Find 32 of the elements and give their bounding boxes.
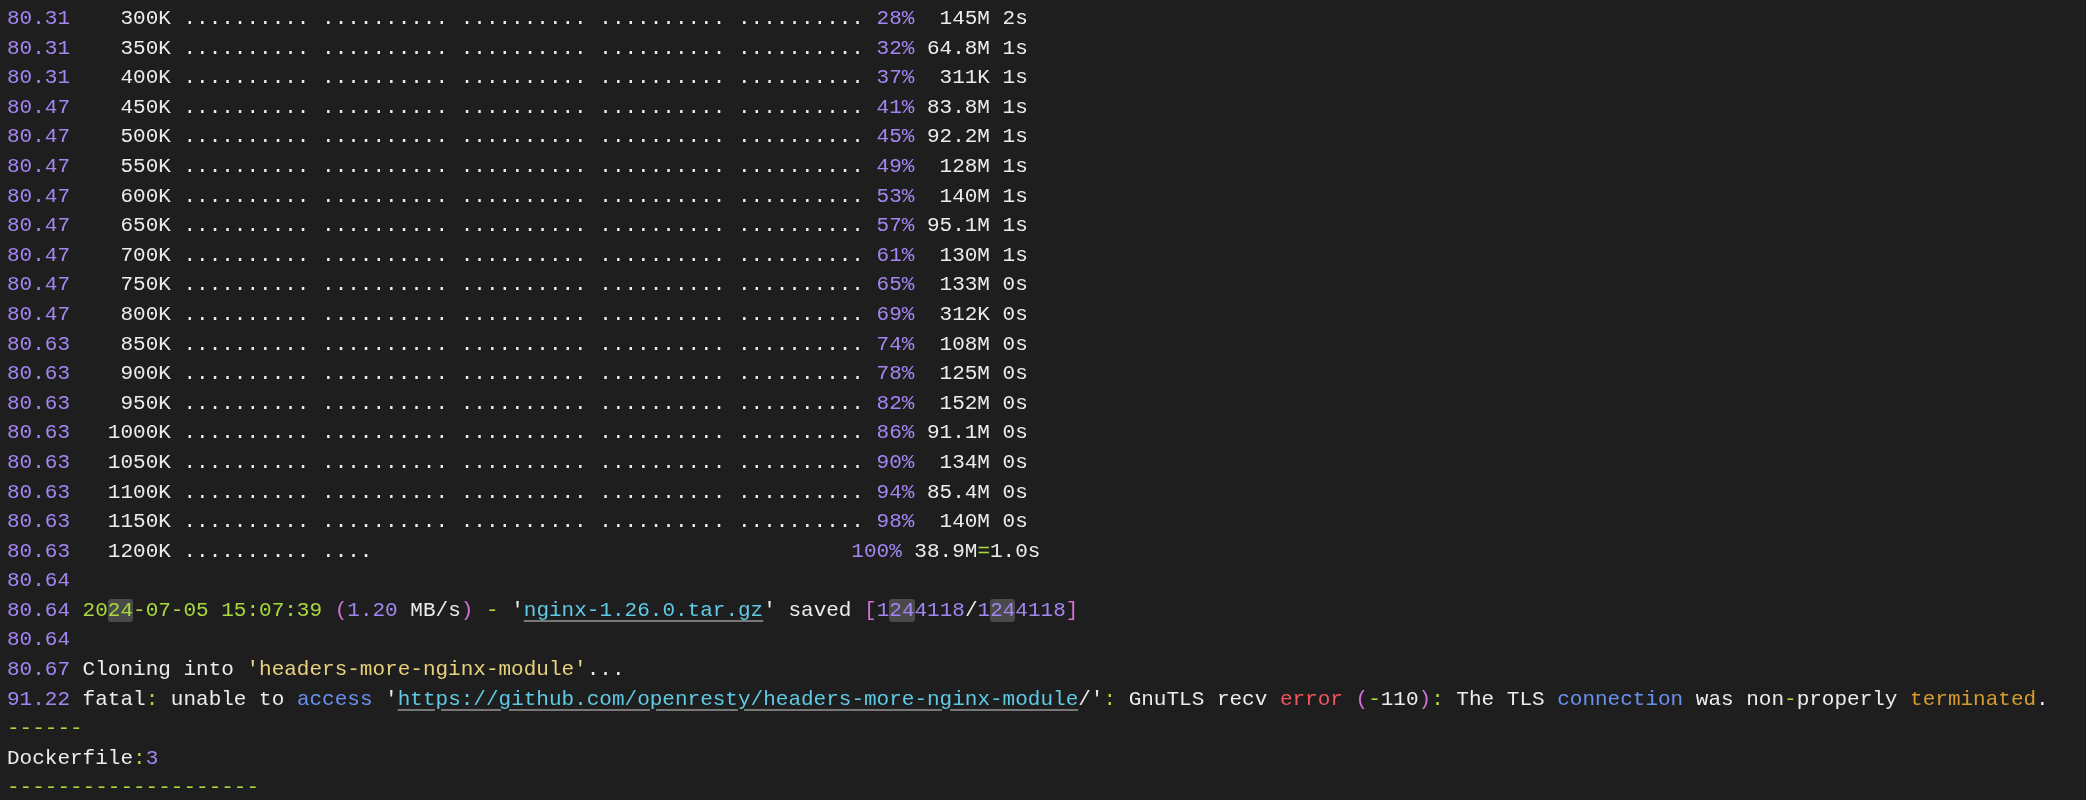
search-highlight: 24	[990, 598, 1016, 622]
log-line: 80.63 850K .......... .......... .......... .......... .......... 74% 108M 0s	[7, 331, 1028, 358]
log-line: 80.64	[7, 627, 70, 654]
log-line: --------------------	[7, 775, 260, 800]
log-line: 80.31 350K .......... .......... .......... .......... .......... 32% 64.8M 1s	[7, 35, 1028, 62]
log-line: 80.63 1100K .......... .......... .......... .......... .......... 94% 85.4M 0s	[7, 479, 1028, 506]
log-line: 80.64 2024-07-05 15:07:39 (1.20 MB/s) - 'nginx-1.26.0.tar.gz' saved [1244118/1244118]	[7, 597, 1079, 624]
log-line: 80.63 1050K .......... .......... .......... .......... .......... 90% 134M 0s	[7, 449, 1028, 476]
log-line: 80.63 900K .......... .......... .......... .......... .......... 78% 125M 0s	[7, 361, 1028, 388]
log-line: 80.31 400K .......... .......... .......... .......... .......... 37% 311K 1s	[7, 65, 1028, 92]
log-line: 80.47 600K .......... .......... .......... .......... .......... 53% 140M 1s	[7, 183, 1028, 210]
log-line: 80.63 1000K .......... .......... .......... .......... .......... 86% 91.1M 0s	[7, 420, 1028, 447]
log-line: 91.22 fatal: unable to access 'https://github.com/openresty/headers-more-nginx-module/': GnuTLS recv error (-110): The TLS connection was non-properly terminated.	[7, 686, 2049, 713]
log-line: Dockerfile:3	[7, 745, 159, 772]
search-highlight: 24	[889, 598, 915, 622]
log-line: 80.47 750K .......... .......... .......... .......... .......... 65% 133M 0s	[7, 272, 1028, 299]
log-line: 80.67 Cloning into 'headers-more-nginx-module'...	[7, 657, 625, 684]
log-line: 80.47 800K .......... .......... .......... .......... .......... 69% 312K 0s	[7, 301, 1028, 328]
log-line: 80.47 450K .......... .......... .......... .......... .......... 41% 83.8M 1s	[7, 94, 1028, 121]
log-line: 80.31 300K .......... .......... .......... .......... .......... 28% 145M 2s	[7, 6, 1028, 32]
log-line: 80.47 550K .......... .......... .......... .......... .......... 49% 128M 1s	[7, 153, 1028, 180]
log-line: 80.63 1150K .......... .......... .......... .......... .......... 98% 140M 0s	[7, 509, 1028, 536]
log-line: 80.47 500K .......... .......... .......... .......... .......... 45% 92.2M 1s	[7, 124, 1028, 151]
link[interactable]: nginx-1.26.0.tar.gz	[523, 598, 764, 622]
log-line: 80.63 950K .......... .......... .......... .......... .......... 82% 152M 0s	[7, 390, 1028, 417]
log-line: ------	[7, 716, 83, 743]
log-line: 80.63 1200K .......... .... 100% 38.9M=1.0s	[7, 538, 1041, 565]
log-line: 80.47 650K .......... .......... .......... .......... .......... 57% 95.1M 1s	[7, 213, 1028, 240]
search-highlight: 24	[107, 598, 134, 622]
log-line: 80.64	[7, 568, 70, 595]
log-line: 80.47 700K .......... .......... .......... .......... .......... 61% 130M 1s	[7, 242, 1028, 269]
link[interactable]: https://github.com/openresty/headers-more-nginx-module	[397, 687, 1079, 711]
